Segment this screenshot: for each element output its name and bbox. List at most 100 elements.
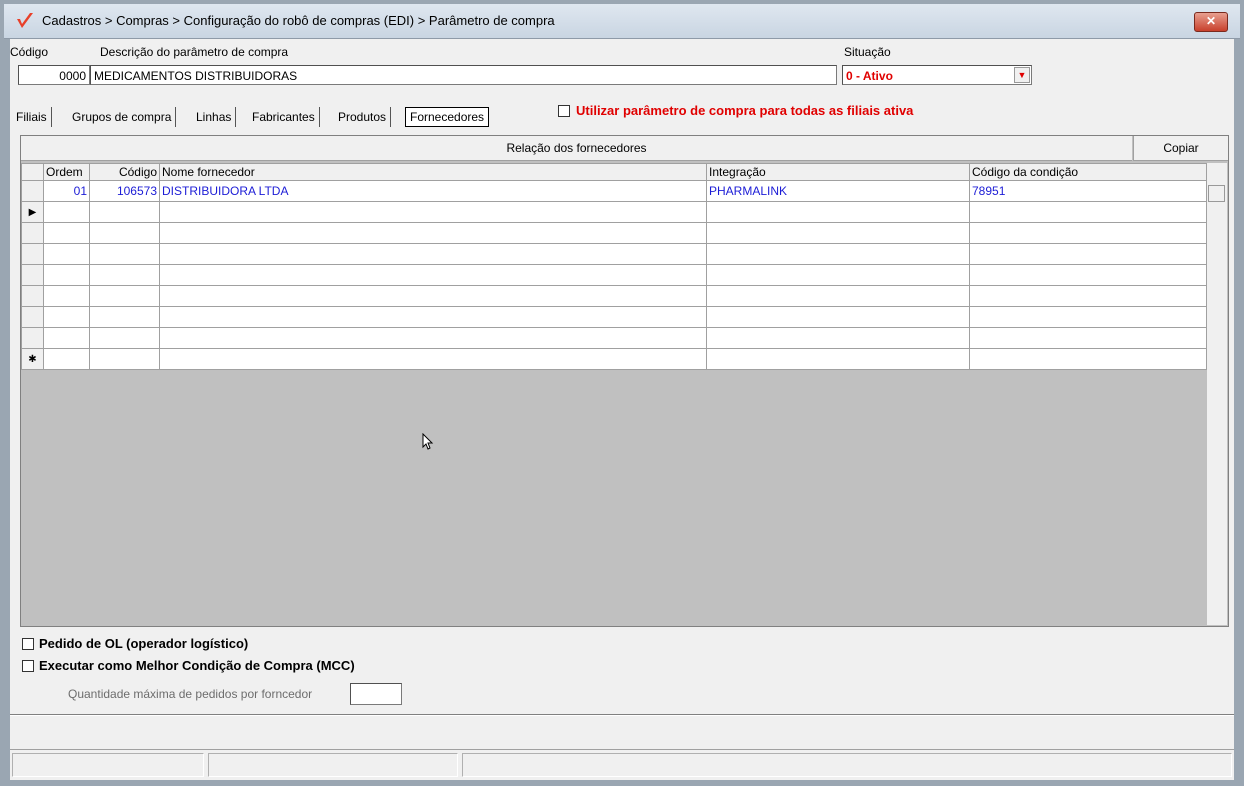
copy-button[interactable]: Copiar [1133, 136, 1228, 161]
cell-empty[interactable] [159, 348, 707, 370]
cell-empty[interactable] [969, 306, 1207, 328]
close-button[interactable]: ✕ [1194, 12, 1228, 32]
mcc-checkbox[interactable] [22, 660, 34, 672]
codigo-label: Código [10, 45, 49, 59]
table-row[interactable] [21, 306, 1207, 328]
table-row[interactable]: ▶ [21, 201, 1207, 223]
grid-title: Relação dos fornecedores [21, 136, 1132, 161]
cell-empty[interactable] [159, 201, 707, 223]
all-branches-checkbox[interactable] [558, 105, 570, 117]
cell-empty[interactable] [706, 306, 970, 328]
cell-empty[interactable] [159, 285, 707, 307]
title-bar[interactable]: Cadastros > Compras > Configuração do ro… [4, 4, 1240, 39]
current-row-indicator-icon[interactable]: ▶ [21, 201, 44, 223]
qtd-max-input[interactable] [350, 683, 402, 705]
table-row[interactable]: ✱ [21, 348, 1207, 370]
new-row-asterisk-icon[interactable]: ✱ [21, 348, 44, 370]
cell-empty[interactable] [159, 264, 707, 286]
cell-empty[interactable] [89, 306, 160, 328]
vertical-scrollbar[interactable] [1207, 163, 1227, 625]
row-selector[interactable] [21, 243, 44, 265]
cell-integracao[interactable]: PHARMALINK [706, 180, 970, 202]
cell-empty[interactable] [43, 201, 90, 223]
cell-empty[interactable] [706, 327, 970, 349]
column-header-condicao[interactable]: Código da condição [969, 163, 1207, 181]
table-row[interactable] [21, 222, 1207, 244]
column-header-nome[interactable]: Nome fornecedor [159, 163, 707, 181]
tab-linhas[interactable]: Linhas [196, 107, 237, 127]
cell-empty[interactable] [969, 327, 1207, 349]
cell-empty[interactable] [159, 306, 707, 328]
situacao-label: Situação [844, 45, 891, 59]
cell-empty[interactable] [43, 327, 90, 349]
descricao-field[interactable]: MEDICAMENTOS DISTRIBUIDORAS [90, 65, 837, 85]
row-selector[interactable] [21, 306, 44, 328]
cell-empty[interactable] [706, 222, 970, 244]
cell-empty[interactable] [969, 285, 1207, 307]
row-selector[interactable] [21, 264, 44, 286]
cell-empty[interactable] [706, 243, 970, 265]
cell-empty[interactable] [89, 264, 160, 286]
cell-empty[interactable] [43, 222, 90, 244]
pedido-ol-checkbox[interactable] [22, 638, 34, 650]
form-client-area: Código 0000 Descrição do parâmetro de co… [10, 39, 1234, 780]
table-row[interactable]: 01 106573 DISTRIBUIDORA LTDA PHARMALINK … [21, 180, 1207, 202]
cell-empty[interactable] [89, 222, 160, 244]
table-row[interactable] [21, 264, 1207, 286]
table-header-row: Ordem Código Nome fornecedor Integração … [21, 163, 1207, 181]
scrollbar-thumb[interactable] [1208, 185, 1225, 202]
cell-empty[interactable] [969, 201, 1207, 223]
cell-empty[interactable] [969, 243, 1207, 265]
tab-fornecedores[interactable]: Fornecedores [405, 107, 490, 127]
cell-empty[interactable] [43, 243, 90, 265]
cell-empty[interactable] [43, 285, 90, 307]
cell-empty[interactable] [159, 243, 707, 265]
row-selector[interactable] [21, 180, 44, 202]
row-selector[interactable] [21, 327, 44, 349]
cell-empty[interactable] [159, 222, 707, 244]
column-header-integracao[interactable]: Integração [706, 163, 970, 181]
column-header-codigo[interactable]: Código [89, 163, 160, 181]
cell-empty[interactable] [43, 348, 90, 370]
cell-empty[interactable] [706, 285, 970, 307]
status-panel-3 [462, 753, 1232, 777]
cell-empty[interactable] [89, 243, 160, 265]
cell-condicao[interactable]: 78951 [969, 180, 1207, 202]
cell-empty[interactable] [706, 348, 970, 370]
row-selector[interactable] [21, 222, 44, 244]
cell-empty[interactable] [43, 264, 90, 286]
cell-empty[interactable] [43, 306, 90, 328]
cell-codigo[interactable]: 106573 [89, 180, 160, 202]
descricao-label: Descrição do parâmetro de compra [100, 45, 289, 59]
cell-nome[interactable]: DISTRIBUIDORA LTDA [159, 180, 707, 202]
cell-empty[interactable] [89, 348, 160, 370]
tab-grupos-de-compra[interactable]: Grupos de compra [72, 107, 177, 127]
cell-empty[interactable] [89, 285, 160, 307]
situacao-select[interactable]: 0 - Ativo ▼ [842, 65, 1032, 85]
status-bar [10, 749, 1234, 780]
cell-ordem[interactable]: 01 [43, 180, 90, 202]
cell-empty[interactable] [969, 348, 1207, 370]
cell-empty[interactable] [706, 264, 970, 286]
cell-empty[interactable] [159, 327, 707, 349]
tab-filiais[interactable]: Filiais [16, 107, 52, 127]
table-row[interactable] [21, 285, 1207, 307]
pedido-ol-label: Pedido de OL (operador logístico) [39, 636, 249, 651]
window-title: Cadastros > Compras > Configuração do ro… [42, 13, 555, 28]
status-panel-1 [12, 753, 204, 777]
row-selector[interactable] [21, 285, 44, 307]
cell-empty[interactable] [969, 222, 1207, 244]
table-row[interactable] [21, 327, 1207, 349]
situacao-value: 0 - Ativo [846, 69, 893, 83]
table-row[interactable] [21, 243, 1207, 265]
cell-empty[interactable] [969, 264, 1207, 286]
cell-empty[interactable] [89, 327, 160, 349]
codigo-field[interactable]: 0000 [18, 65, 90, 85]
cell-empty[interactable] [89, 201, 160, 223]
column-header-ordem[interactable]: Ordem [43, 163, 90, 181]
tab-produtos[interactable]: Produtos [338, 107, 392, 127]
chevron-down-icon[interactable]: ▼ [1014, 67, 1030, 83]
qtd-max-label: Quantidade máxima de pedidos por fornced… [68, 687, 313, 701]
cell-empty[interactable] [706, 201, 970, 223]
tab-fabricantes[interactable]: Fabricantes [252, 107, 320, 127]
